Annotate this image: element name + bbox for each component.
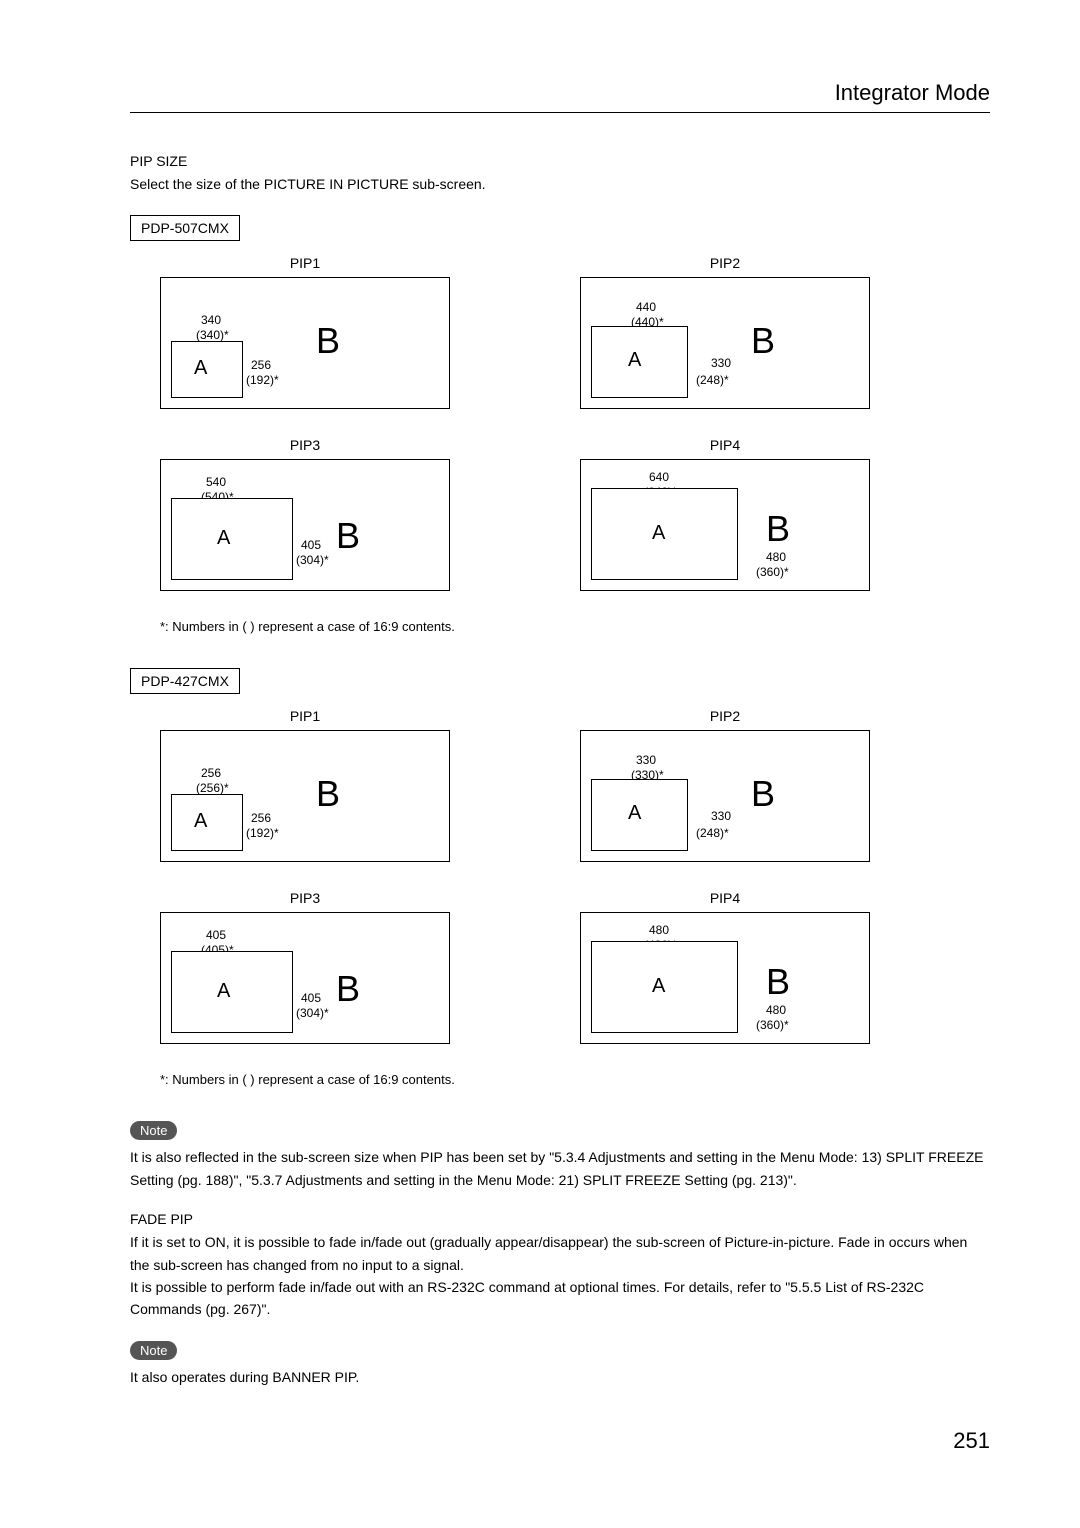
pip3-inner: A xyxy=(171,951,293,1033)
pip4-frame: B 640 (640)* A 480 (360)* xyxy=(580,459,870,591)
pip-size-heading: PIP SIZE xyxy=(130,153,990,169)
note-label-2: Note xyxy=(130,1341,177,1360)
pip1-frame: B 256 (256)* A 256 (192)* xyxy=(160,730,450,862)
a-label: A xyxy=(217,980,230,1003)
pip2-height16: (248)* xyxy=(696,373,729,387)
b-label: B xyxy=(751,320,775,362)
pip3-height16: (304)* xyxy=(296,553,329,567)
note-text-2: It also operates during BANNER PIP. xyxy=(130,1366,990,1388)
pip1-height: 256 xyxy=(251,358,271,372)
pip2-427: PIP2 B 330 (330)* A 330 (248)* xyxy=(580,708,870,862)
pip1-507: PIP1 B 340 (340)* A 256 (192)* xyxy=(160,255,450,409)
pip2-title: PIP2 xyxy=(580,255,870,271)
pip1-427: PIP1 B 256 (256)* A 256 (192)* xyxy=(160,708,450,862)
pip2-inner: A xyxy=(591,326,688,398)
pip2-height: 330 xyxy=(711,809,731,823)
page-number: 251 xyxy=(130,1428,990,1454)
pip1-inner: A xyxy=(171,794,243,851)
pip2-frame: B 440 (440)* A 330 (248)* xyxy=(580,277,870,409)
footnote-427: *: Numbers in ( ) represent a case of 16… xyxy=(160,1072,990,1087)
pip4-507: PIP4 B 640 (640)* A 480 (360)* xyxy=(580,437,870,591)
pip2-height: 330 xyxy=(711,356,731,370)
pip2-width: 440 xyxy=(636,300,656,314)
pip2-title: PIP2 xyxy=(580,708,870,724)
pip4-height16: (360)* xyxy=(756,565,789,579)
pip3-frame: B 405 (405)* A 405 (304)* xyxy=(160,912,450,1044)
pip-size-description: Select the size of the PICTURE IN PICTUR… xyxy=(130,173,990,195)
pip1-frame: B 340 (340)* A 256 (192)* xyxy=(160,277,450,409)
pip1-width: 256 xyxy=(201,766,221,780)
pip3-507: PIP3 B 540 (540)* A 405 (304)* xyxy=(160,437,450,591)
pip3-title: PIP3 xyxy=(160,437,450,453)
a-label: A xyxy=(628,802,641,825)
note-text-1: It is also reflected in the sub-screen s… xyxy=(130,1146,990,1191)
pip2-inner: A xyxy=(591,779,688,851)
footnote-507: *: Numbers in ( ) represent a case of 16… xyxy=(160,619,990,634)
note-label-1: Note xyxy=(130,1121,177,1140)
pip4-frame: B 480 (480)* A 480 (360)* xyxy=(580,912,870,1044)
pip2-frame: B 330 (330)* A 330 (248)* xyxy=(580,730,870,862)
pip3-frame: B 540 (540)* A 405 (304)* xyxy=(160,459,450,591)
pip1-height: 256 xyxy=(251,811,271,825)
fade-pip-text: If it is set to ON, it is possible to fa… xyxy=(130,1231,990,1321)
pip3-title: PIP3 xyxy=(160,890,450,906)
pip3-inner: A xyxy=(171,498,293,580)
model-label-507: PDP-507CMX xyxy=(130,215,240,241)
a-label: A xyxy=(194,810,207,833)
pip4-height: 480 xyxy=(766,1003,786,1017)
pip4-inner: A xyxy=(591,941,738,1033)
b-label: B xyxy=(766,508,790,550)
pip3-height16: (304)* xyxy=(296,1006,329,1020)
pip4-height16: (360)* xyxy=(756,1018,789,1032)
document-page: Integrator Mode PIP SIZE Select the size… xyxy=(0,0,1080,1494)
pip1-width: 340 xyxy=(201,313,221,327)
b-label: B xyxy=(336,968,360,1010)
a-label: A xyxy=(194,357,207,380)
pip3-width: 405 xyxy=(206,928,226,942)
pip3-height: 405 xyxy=(301,991,321,1005)
pip3-width: 540 xyxy=(206,475,226,489)
pip4-title: PIP4 xyxy=(580,437,870,453)
pip-grid-427: PIP1 B 256 (256)* A 256 (192)* PIP2 B 33 xyxy=(160,708,880,1044)
b-label: B xyxy=(336,515,360,557)
pip1-height16: (192)* xyxy=(246,373,279,387)
b-label: B xyxy=(766,961,790,1003)
a-label: A xyxy=(217,527,230,550)
pip3-427: PIP3 B 405 (405)* A 405 (304)* xyxy=(160,890,450,1044)
pip4-width: 640 xyxy=(649,470,669,484)
pip4-427: PIP4 B 480 (480)* A 480 (360)* xyxy=(580,890,870,1044)
page-header-title: Integrator Mode xyxy=(130,80,990,113)
b-label: B xyxy=(751,773,775,815)
pip4-height: 480 xyxy=(766,550,786,564)
pip1-title: PIP1 xyxy=(160,708,450,724)
pip-grid-507: PIP1 B 340 (340)* A 256 (192)* PIP2 B 44 xyxy=(160,255,880,591)
a-label: A xyxy=(652,522,665,545)
pip4-inner: A xyxy=(591,488,738,580)
model-label-427: PDP-427CMX xyxy=(130,668,240,694)
fade-pip-heading: FADE PIP xyxy=(130,1211,990,1227)
pip1-title: PIP1 xyxy=(160,255,450,271)
pip2-height16: (248)* xyxy=(696,826,729,840)
b-label: B xyxy=(316,320,340,362)
pip3-height: 405 xyxy=(301,538,321,552)
pip4-width: 480 xyxy=(649,923,669,937)
pip2-width: 330 xyxy=(636,753,656,767)
pip1-height16: (192)* xyxy=(246,826,279,840)
pip1-inner: A xyxy=(171,341,243,398)
a-label: A xyxy=(652,975,665,998)
pip2-507: PIP2 B 440 (440)* A 330 (248)* xyxy=(580,255,870,409)
a-label: A xyxy=(628,349,641,372)
b-label: B xyxy=(316,773,340,815)
pip4-title: PIP4 xyxy=(580,890,870,906)
